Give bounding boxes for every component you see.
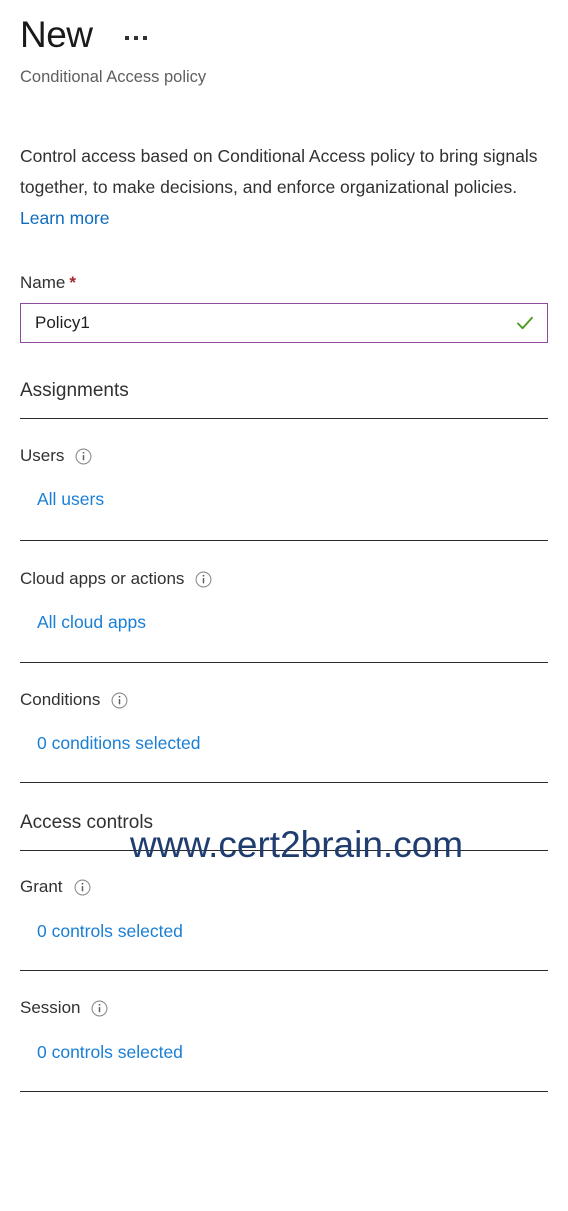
description-text: Control access based on Conditional Acce… [20,146,538,197]
assignments-section-title: Assignments [20,380,129,401]
row-divider [20,662,548,663]
session-value-link[interactable]: 0 controls selected [37,1040,183,1064]
section-divider [20,850,548,851]
name-input[interactable] [35,313,509,333]
cloud-apps-value-link[interactable]: All cloud apps [37,610,146,634]
cloud-apps-label-text: Cloud apps or actions [20,569,185,588]
row-label-users: Users [20,445,548,467]
row-label-cloud-apps: Cloud apps or actions [20,568,548,590]
page-subtitle: Conditional Access policy [20,68,207,86]
info-icon[interactable] [195,571,212,588]
conditions-label-text: Conditions [20,690,101,709]
row-label-session: Session [20,997,548,1019]
row-label-grant: Grant [20,876,548,898]
name-field-block: Name * [20,272,548,343]
row-divider [20,540,548,541]
section-divider [20,418,548,419]
page-title: New [20,14,93,55]
info-icon[interactable] [111,692,128,709]
name-field-label: Name * [20,272,548,294]
blade-header: New [20,0,548,58]
session-label-text: Session [20,998,81,1017]
row-divider [20,782,548,783]
blade-description: Control access based on Conditional Acce… [20,141,548,234]
checkmark-icon [517,316,533,330]
learn-more-link[interactable]: Learn more [20,203,110,234]
info-icon[interactable] [74,879,91,896]
users-value-link[interactable]: All users [37,487,104,511]
users-label-text: Users [20,446,65,465]
access-controls-section-title: Access controls [20,812,154,833]
row-divider [20,1091,548,1092]
name-input-wrapper[interactable] [20,303,548,343]
required-asterisk: * [69,273,76,292]
conditional-access-new-policy-blade: New Conditional Access policy Control ac… [0,0,568,1211]
info-icon[interactable] [75,448,92,465]
info-icon[interactable] [91,1000,108,1017]
name-label-text: Name [20,273,66,292]
grant-label-text: Grant [20,877,63,896]
overflow-menu-button[interactable] [123,34,149,42]
ellipsis-dot-icon [133,36,138,40]
row-label-conditions: Conditions [20,689,548,711]
grant-value-link[interactable]: 0 controls selected [37,919,183,943]
ellipsis-dot-icon [142,36,147,40]
ellipsis-dot-icon [124,36,129,40]
row-divider [20,970,548,971]
conditions-value-link[interactable]: 0 conditions selected [37,731,200,755]
